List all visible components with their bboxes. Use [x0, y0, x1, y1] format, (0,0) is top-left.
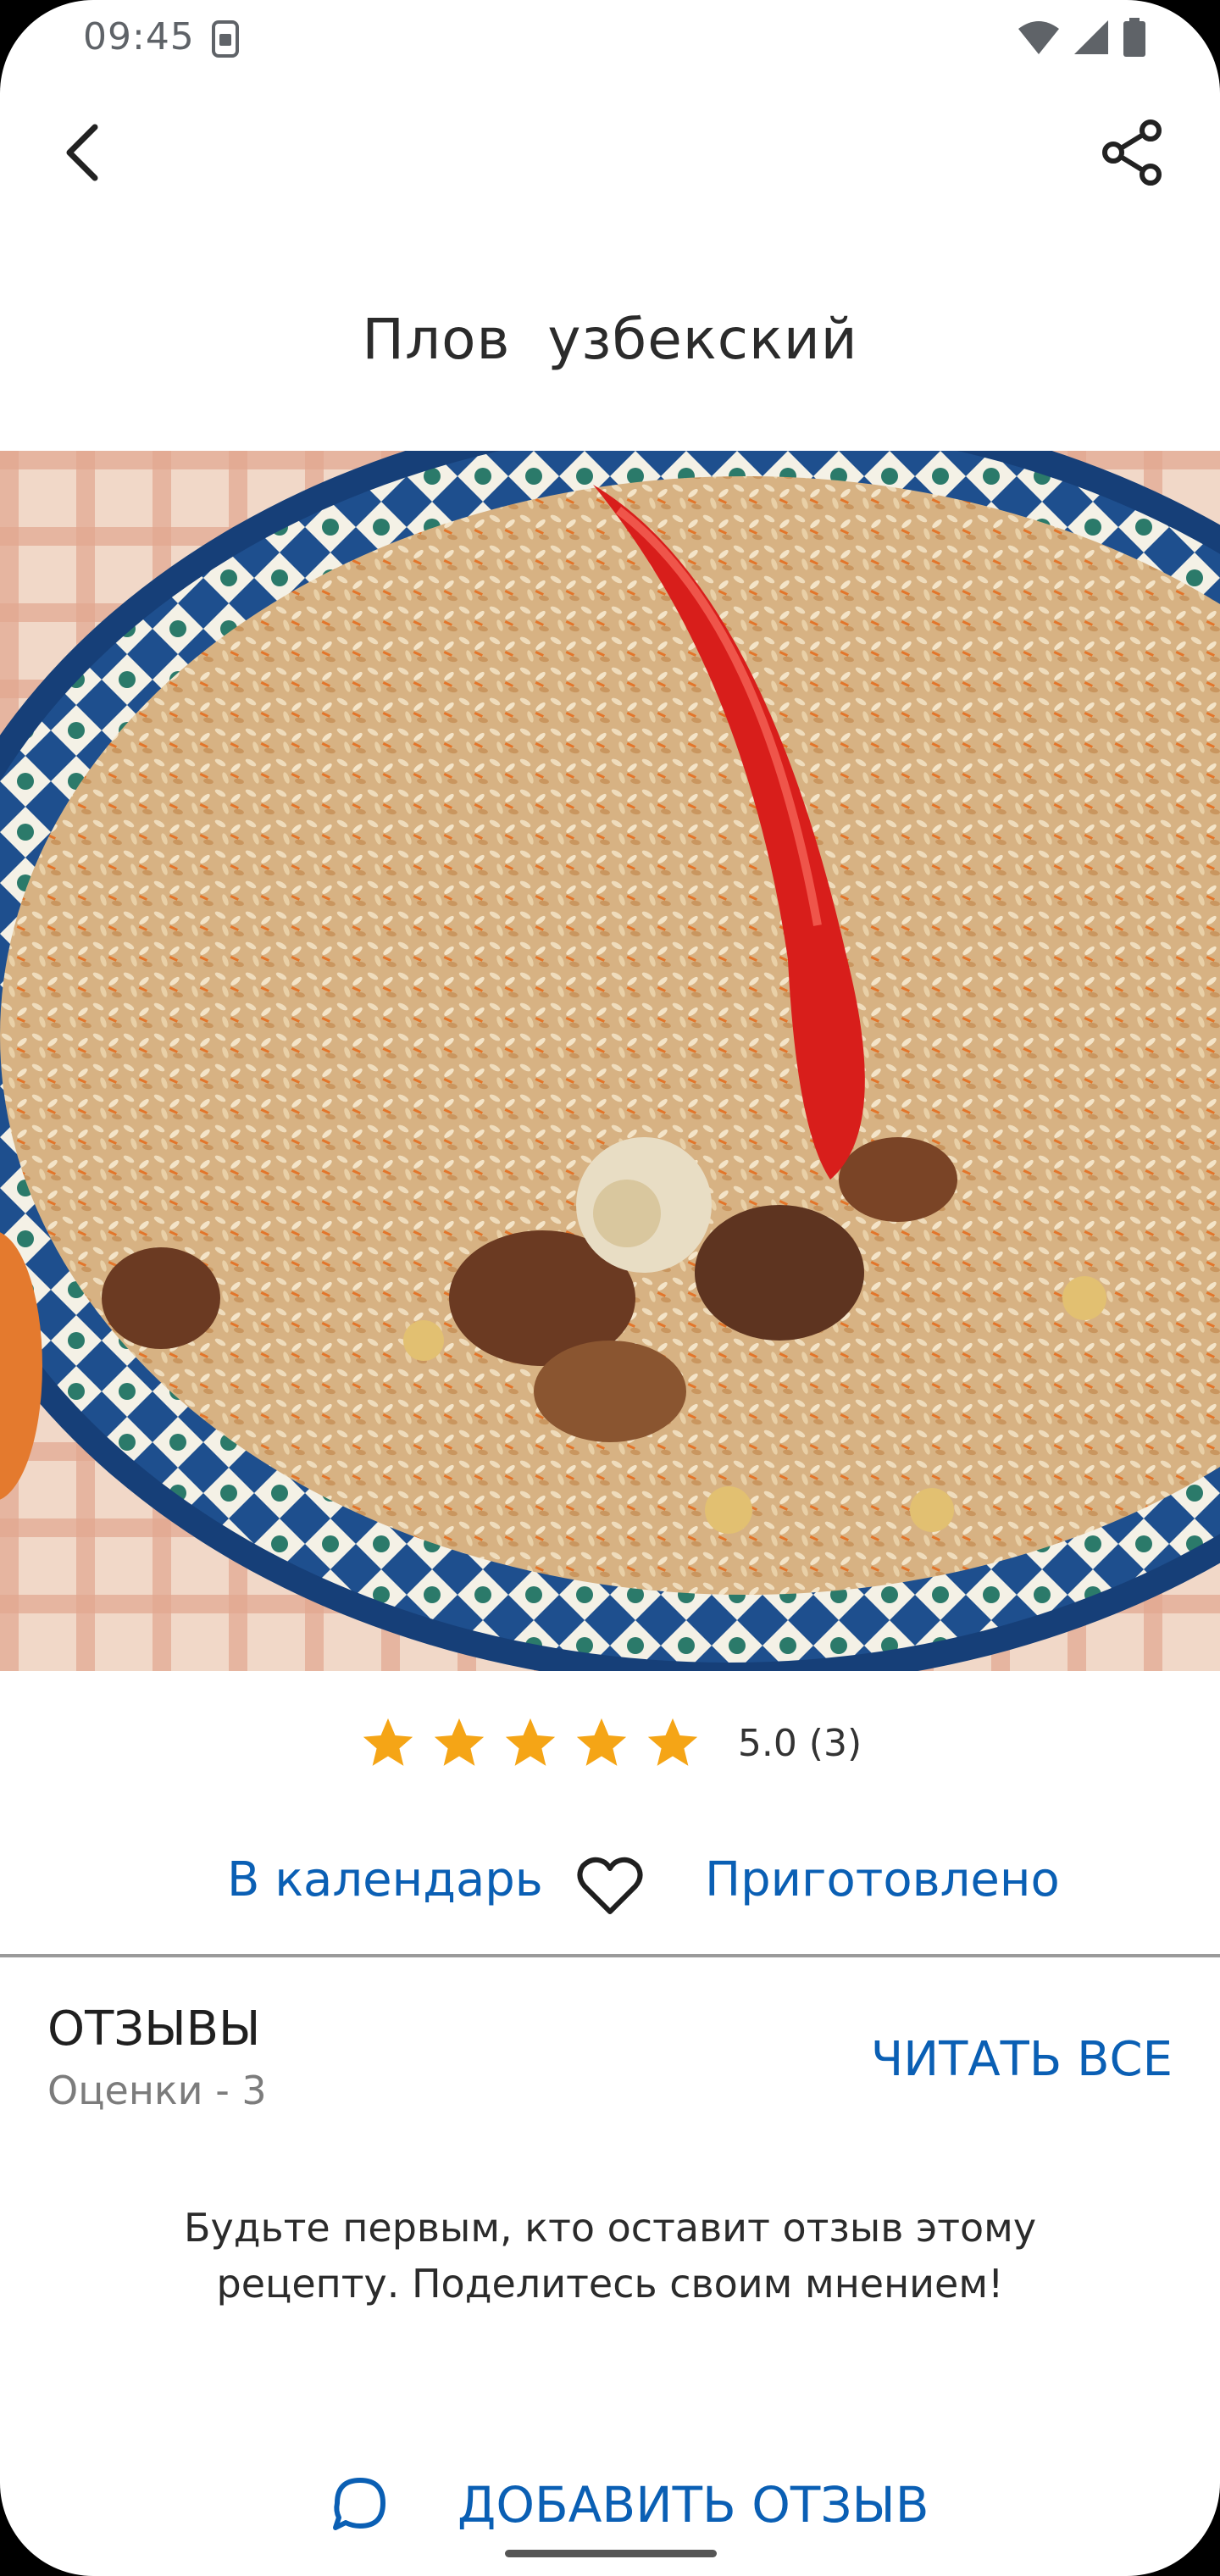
favorite-button[interactable]: [576, 1856, 644, 1917]
mark-cooked-button[interactable]: Приготовлено: [705, 1852, 1060, 1907]
rating-value: 5.0 (3): [737, 1721, 862, 1765]
recipe-title: Плов узбекский: [362, 307, 858, 372]
star-icon: [576, 1718, 627, 1766]
home-indicator[interactable]: [505, 2550, 717, 2557]
divider: [0, 1954, 1220, 1957]
battery-icon: [1123, 18, 1145, 57]
reviews-empty-message: Будьте первым, кто оставит отзыв этому р…: [183, 2205, 1037, 2307]
share-icon: [1102, 119, 1162, 186]
rating-row: 5.0 (3): [0, 1705, 1220, 1781]
chevron-left-icon: [66, 124, 98, 181]
recipe-screen: 09:45 Плов узбекский 5.0 (3) В календарь…: [0, 0, 1220, 2576]
reviews-count: Оценки - 3: [47, 2068, 267, 2113]
status-time: 09:45: [83, 15, 195, 58]
read-all-button[interactable]: ЧИТАТЬ ВСЕ: [871, 2032, 1173, 2087]
add-review-label: ДОБАВИТЬ ОТЗЫВ: [458, 2476, 929, 2534]
comment-bubble-icon: [333, 2478, 385, 2530]
sim-icon: [212, 20, 239, 58]
star-icon: [434, 1718, 485, 1766]
back-button[interactable]: [51, 119, 119, 186]
heart-outline-icon: [577, 1857, 643, 1914]
add-review-button[interactable]: ДОБАВИТЬ ОТЗЫВ: [330, 2462, 929, 2547]
status-icons: [1017, 18, 1147, 57]
star-icon: [363, 1718, 413, 1766]
signal-icon: [1074, 20, 1108, 54]
wifi-icon: [1018, 21, 1059, 54]
reviews-heading: ОТЗЫВЫ: [47, 2001, 261, 2057]
star-icon: [647, 1718, 698, 1766]
share-button[interactable]: [1098, 117, 1169, 188]
action-bar: В календарь Приготовлено: [0, 1844, 1220, 1929]
star-icon: [505, 1718, 556, 1766]
add-to-calendar-button[interactable]: В календарь: [227, 1852, 543, 1907]
recipe-photo: [0, 451, 1220, 1671]
